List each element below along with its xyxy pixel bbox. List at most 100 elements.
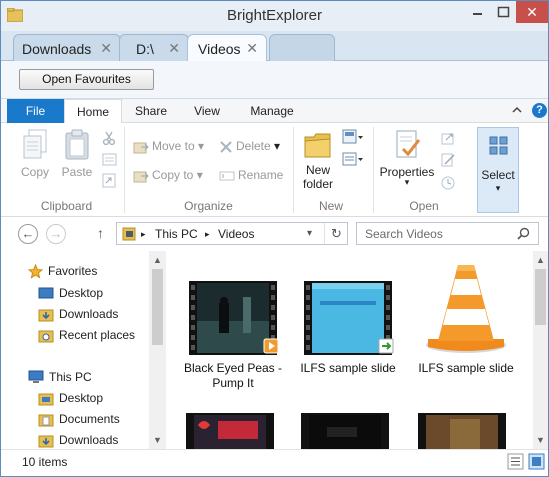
- details-view-icon[interactable]: [507, 453, 524, 470]
- video-thumbnail[interactable]: [297, 413, 393, 449]
- scroll-down-icon[interactable]: ▼: [153, 435, 162, 445]
- new-folder-button[interactable]: New folder: [298, 129, 338, 191]
- new-folder-label-2: folder: [302, 177, 334, 191]
- ribbon-tab-file[interactable]: File: [7, 99, 64, 123]
- close-button[interactable]: ✕: [516, 1, 548, 23]
- nav-this-pc-label: This PC: [49, 370, 92, 384]
- scroll-up-icon[interactable]: ▲: [153, 255, 162, 265]
- favourites-bar: Open Favourites: [1, 61, 548, 99]
- paste-button[interactable]: Paste: [58, 129, 96, 179]
- content-scrollbar[interactable]: ▲ ▼: [533, 251, 548, 449]
- navigation-pane: Favorites Desktop Downloads Recent place…: [1, 251, 149, 449]
- search-input[interactable]: Search Videos: [365, 227, 443, 241]
- ribbon-separator: [124, 127, 125, 213]
- address-bar[interactable]: ▸ This PC ▸ Videos ▾ ↻: [116, 222, 348, 245]
- breadcrumb-this-pc[interactable]: This PC: [155, 227, 198, 241]
- ribbon-tab-manage[interactable]: Manage: [241, 99, 303, 123]
- organize-group-label: Organize: [184, 199, 233, 213]
- paste-shortcut-icon[interactable]: [102, 173, 116, 188]
- scroll-thumb[interactable]: [535, 269, 546, 325]
- move-to-button[interactable]: Move to ▾: [133, 139, 204, 154]
- scroll-down-icon[interactable]: ▼: [536, 435, 545, 445]
- copy-path-icon[interactable]: [102, 153, 117, 166]
- properties-button[interactable]: Properties ▾: [379, 129, 435, 188]
- copy-to-icon: [133, 171, 149, 183]
- new-folder-label-1: New: [305, 163, 330, 177]
- delete-button[interactable]: Delete ▾: [219, 139, 280, 154]
- forward-button[interactable]: →: [46, 224, 66, 244]
- maximize-button[interactable]: [490, 1, 516, 23]
- rename-label: Rename: [238, 168, 284, 182]
- nav-pc-desktop[interactable]: Desktop: [38, 391, 103, 410]
- breadcrumb-videos[interactable]: Videos: [218, 227, 254, 241]
- new-folder-icon: [304, 133, 331, 158]
- select-button[interactable]: Select ▾: [477, 127, 519, 213]
- tab-close-icon[interactable]: ✕: [168, 40, 180, 57]
- tab-label: D:\: [136, 41, 154, 57]
- scroll-up-icon[interactable]: ▲: [536, 255, 545, 265]
- open-favourites-button[interactable]: Open Favourites: [19, 69, 154, 90]
- documents-folder-icon: [38, 414, 54, 427]
- help-icon[interactable]: ?: [532, 103, 547, 118]
- nav-pc-documents[interactable]: Documents: [38, 412, 120, 431]
- copy-button[interactable]: Copy: [17, 129, 53, 179]
- nav-item-label: Documents: [59, 412, 120, 426]
- search-box[interactable]: Search Videos: [356, 222, 539, 245]
- tab-downloads[interactable]: Downloads ✕: [13, 34, 121, 61]
- video-folder-icon: [122, 227, 136, 241]
- cut-icon[interactable]: [102, 131, 116, 145]
- easy-access-icon[interactable]: [342, 151, 364, 167]
- tab-videos[interactable]: Videos ✕: [187, 34, 267, 62]
- search-icon[interactable]: [517, 227, 530, 240]
- copy-to-button[interactable]: Copy to ▾: [133, 168, 203, 183]
- file-name: ILFS sample slide: [300, 361, 396, 375]
- nav-fav-recent-places[interactable]: Recent places: [38, 328, 135, 347]
- rename-button[interactable]: Rename: [219, 168, 283, 182]
- nav-favorites[interactable]: Favorites: [27, 264, 97, 283]
- new-group-label: New: [318, 199, 343, 213]
- nav-this-pc[interactable]: This PC: [28, 370, 92, 389]
- new-item-icon[interactable]: [342, 129, 364, 145]
- delete-label: Delete: [236, 139, 271, 153]
- video-thumbnail[interactable]: [414, 413, 510, 449]
- open-icon[interactable]: [440, 131, 456, 145]
- nav-item-label: Downloads: [59, 307, 119, 321]
- minimize-button[interactable]: [464, 1, 490, 23]
- file-item[interactable]: ILFS sample slide: [411, 261, 521, 376]
- scroll-thumb[interactable]: [152, 269, 163, 345]
- history-icon[interactable]: [440, 175, 456, 190]
- edit-icon[interactable]: [440, 153, 456, 167]
- back-button[interactable]: ←: [18, 224, 38, 244]
- file-view: Black Eyed Peas - Pump It ILFS sample sli…: [166, 251, 533, 449]
- tab-d-drive[interactable]: D:\ ✕: [119, 34, 189, 61]
- nav-fav-downloads[interactable]: Downloads: [38, 307, 118, 326]
- file-item[interactable]: ILFS sample slide: [293, 281, 403, 376]
- video-thumbnail: [304, 281, 394, 355]
- ribbon-separator: [293, 127, 294, 213]
- title-bar: BrightExplorer ✕: [1, 1, 548, 31]
- nav-pane-scrollbar[interactable]: ▲ ▼: [149, 251, 166, 449]
- move-to-icon: [133, 142, 149, 154]
- tab-close-icon[interactable]: ✕: [246, 40, 258, 57]
- properties-icon: [396, 130, 421, 158]
- explorer-window: BrightExplorer ✕ Downloads ✕ D:\ ✕ Video…: [0, 0, 549, 477]
- nav-fav-desktop[interactable]: Desktop: [38, 286, 103, 305]
- file-item[interactable]: Black Eyed Peas - Pump It: [178, 281, 288, 391]
- downloads-folder-icon: [38, 309, 54, 322]
- up-button[interactable]: ↑: [97, 225, 104, 241]
- desktop-folder-icon: [38, 393, 54, 406]
- large-icons-view-icon[interactable]: [528, 453, 545, 470]
- clipboard-group-label: Clipboard: [40, 199, 93, 213]
- ribbon-tabs: File Home Share View Manage ?: [1, 99, 548, 124]
- collapse-ribbon-icon[interactable]: [512, 106, 522, 114]
- ribbon-tab-view[interactable]: View: [185, 99, 229, 123]
- tab-new[interactable]: [269, 34, 335, 61]
- nav-item-label: Desktop: [59, 391, 104, 405]
- video-thumbnail[interactable]: [182, 413, 278, 449]
- address-dropdown-icon[interactable]: ▾: [307, 228, 312, 239]
- ribbon-tab-home[interactable]: Home: [64, 99, 122, 124]
- minimize-icon: [473, 13, 482, 15]
- refresh-button[interactable]: ↻: [324, 223, 348, 244]
- tab-close-icon[interactable]: ✕: [100, 40, 112, 57]
- ribbon-tab-share[interactable]: Share: [129, 99, 173, 123]
